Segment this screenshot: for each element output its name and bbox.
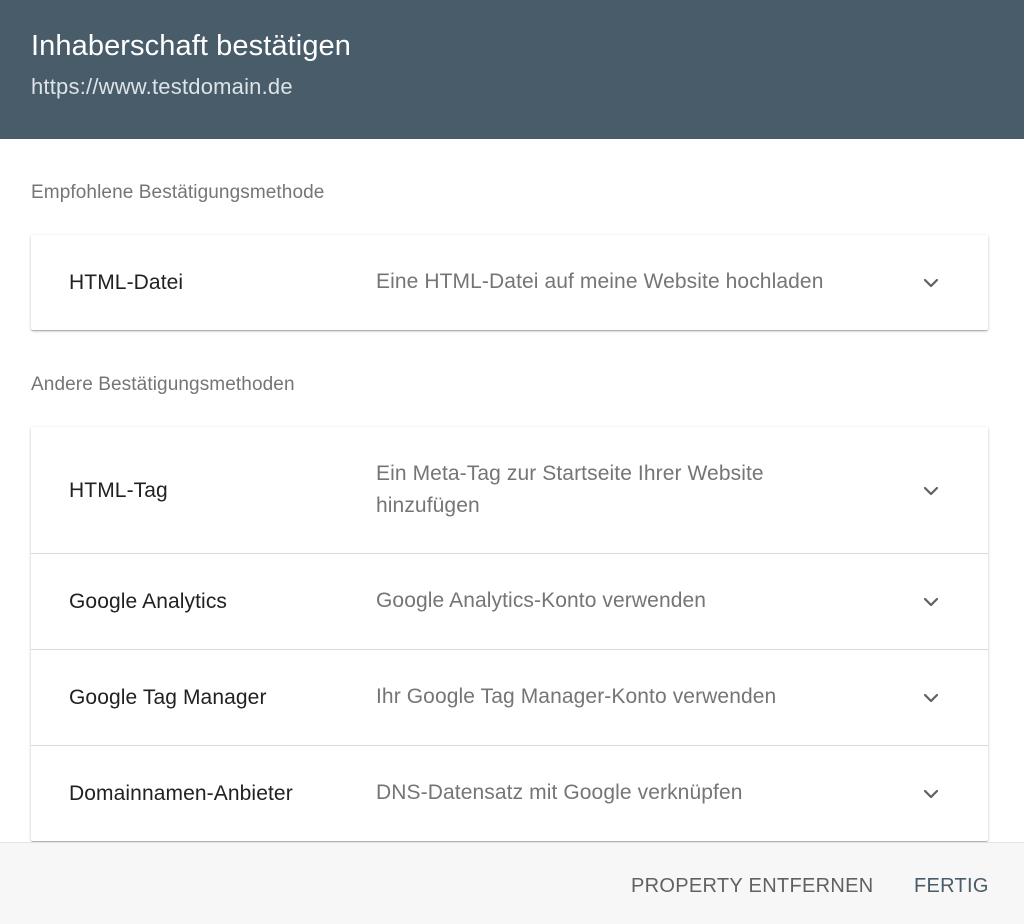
dialog-header: Inhaberschaft bestätigen https://www.tes… xyxy=(0,0,1024,139)
method-row-html-file[interactable]: HTML-Datei Eine HTML-Datei auf meine Web… xyxy=(31,235,988,330)
method-title: Google Analytics xyxy=(69,590,228,613)
method-description: DNS-Datensatz mit Google verknüpfen xyxy=(376,781,743,804)
method-row-html-tag[interactable]: HTML-Tag Ein Meta-Tag zur Startseite Ihr… xyxy=(31,427,988,553)
chevron-down-icon[interactable] xyxy=(919,782,943,806)
method-description-line: hinzufügen xyxy=(376,494,480,517)
method-description-line: Ein Meta-Tag zur Startseite Ihrer Websit… xyxy=(376,462,764,485)
chevron-down-icon[interactable] xyxy=(919,686,943,710)
method-description: Ihr Google Tag Manager-Konto verwenden xyxy=(376,685,777,708)
other-methods-card: HTML-Tag Ein Meta-Tag zur Startseite Ihr… xyxy=(31,427,988,841)
recommended-methods-card: HTML-Datei Eine HTML-Datei auf meine Web… xyxy=(31,235,988,330)
property-url: https://www.testdomain.de xyxy=(31,74,293,99)
method-description: Ein Meta-Tag zur Startseite Ihrer Websit… xyxy=(376,458,846,522)
chevron-down-icon[interactable] xyxy=(919,479,943,503)
method-row-google-analytics[interactable]: Google Analytics Google Analytics-Konto … xyxy=(31,553,988,649)
method-title: Domainnamen-Anbieter xyxy=(69,782,293,805)
chevron-down-icon[interactable] xyxy=(919,271,943,295)
method-description: Google Analytics-Konto verwenden xyxy=(376,589,707,612)
dialog-title: Inhaberschaft bestätigen xyxy=(31,30,352,62)
other-section-label: Andere Bestätigungsmethoden xyxy=(31,374,295,395)
method-row-google-tag-manager[interactable]: Google Tag Manager Ihr Google Tag Manage… xyxy=(31,649,988,745)
done-button[interactable]: FERTIG xyxy=(914,843,989,924)
verify-ownership-dialog: Inhaberschaft bestätigen https://www.tes… xyxy=(0,0,1024,924)
dialog-footer: PROPERTY ENTFERNEN FERTIG xyxy=(0,842,1024,924)
method-title: HTML-Datei xyxy=(69,271,184,294)
method-row-domain-provider[interactable]: Domainnamen-Anbieter DNS-Datensatz mit G… xyxy=(31,745,988,841)
remove-property-button[interactable]: PROPERTY ENTFERNEN xyxy=(631,843,873,924)
recommended-section-label: Empfohlene Bestätigungsmethode xyxy=(31,182,325,203)
method-title: Google Tag Manager xyxy=(69,686,267,709)
chevron-down-icon[interactable] xyxy=(919,590,943,614)
method-title: HTML-Tag xyxy=(69,479,168,502)
method-description: Eine HTML-Datei auf meine Website hochla… xyxy=(376,270,824,293)
